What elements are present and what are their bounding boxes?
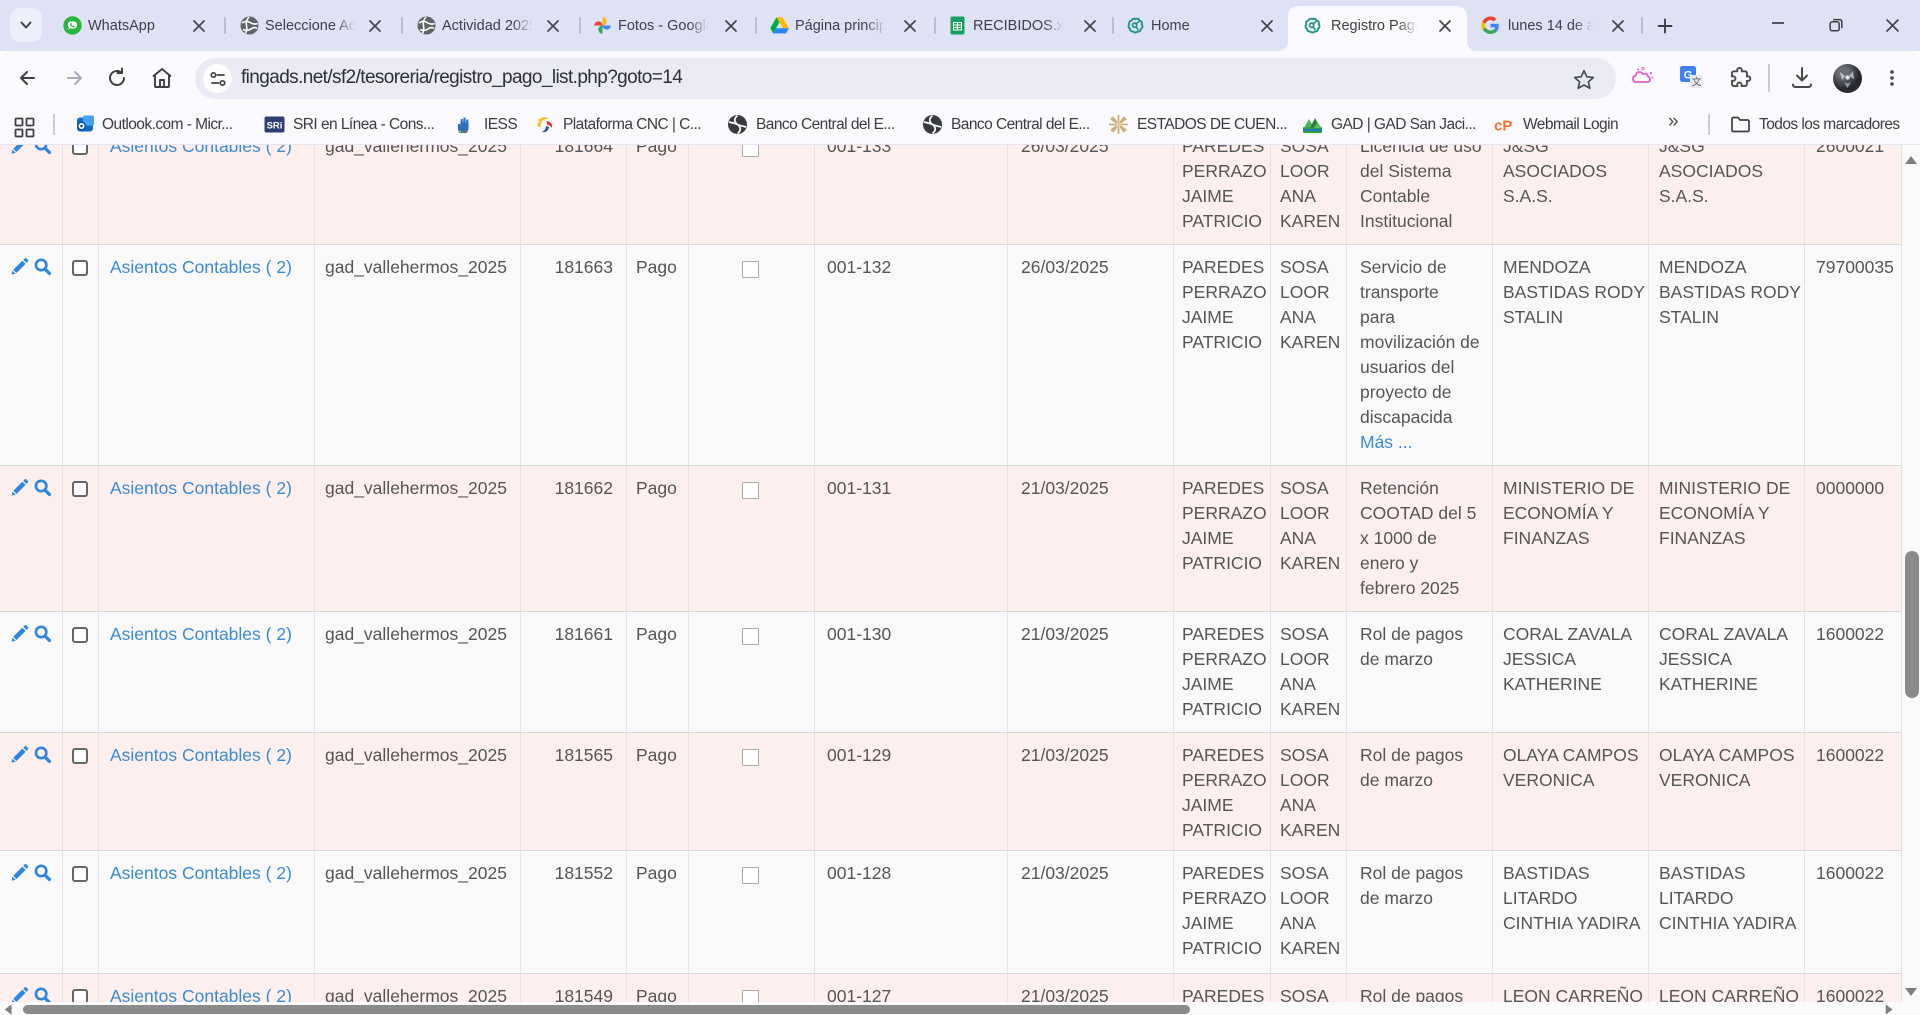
svg-text:SRi: SRi [267,121,283,132]
svg-text:文: 文 [1692,76,1702,89]
svg-text:cP: cP [1494,118,1512,135]
